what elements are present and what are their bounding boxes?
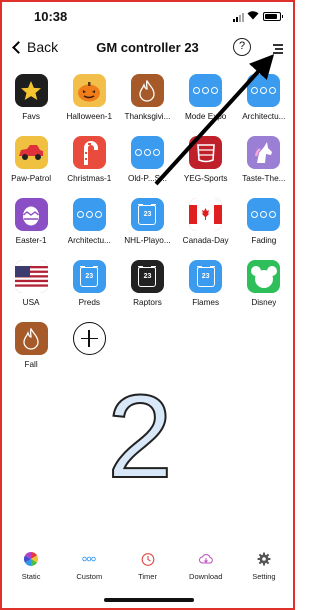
tab-label: Download [189,572,223,581]
effect-tile[interactable]: Taste-The... [235,136,293,198]
tab-timer[interactable]: Timer [118,552,176,581]
mickey-icon [247,260,281,293]
tab-custom[interactable]: Custom [60,552,118,581]
signal-icon [233,13,245,22]
effect-label: Raptors [133,298,162,307]
effect-label: Preds [78,298,100,307]
effect-label: Architectu... [242,112,286,121]
battery-icon [263,12,283,21]
hockey-icon [189,136,223,169]
jersey-icon: 23 [130,260,164,293]
grid-row: Paw-Patrol Christmas-1 Old-P...S... YEG-Spo… [2,136,293,198]
cloud-download-icon [198,554,213,564]
effect-label: Canada-Day [182,236,229,245]
canada-flag-icon [189,198,223,231]
dots-icon [189,74,223,107]
effect-label: Fall [24,360,38,369]
flame-icon [14,322,48,355]
candy-cane-icon [72,136,106,169]
timer-icon [141,553,154,566]
effect-tile[interactable]: Favs [2,74,60,136]
dots-icon [72,198,106,231]
effect-label: Paw-Patrol [11,174,52,183]
unicorn-icon [247,136,281,169]
dots-icon [82,556,97,562]
effect-tile[interactable]: Canada-Day [177,198,235,260]
effect-label: Halloween-1 [66,112,113,121]
dots-icon [130,136,164,169]
flame-icon [130,74,164,107]
effect-label: Architectu... [67,236,111,245]
effect-tile[interactable]: Thanksgivi... [118,74,176,136]
grid-row: Easter-1 Architectu... 23 NHL-Playo... Canad… [2,198,293,260]
effect-tile[interactable]: Architectu... [235,74,293,136]
usa-flag-icon [14,260,48,293]
color-wheel-icon [24,552,39,566]
effect-label: Favs [22,112,40,121]
add-icon [72,322,106,355]
bottom-tab-bar: Static Custom Timer Download Setting [2,552,293,581]
effect-tile[interactable]: 23 Preds [60,260,118,322]
effect-label: Mode Expo [184,112,227,121]
gear-icon [257,552,271,566]
tab-label: Timer [138,572,157,581]
tab-label: Static [21,572,41,581]
status-bar: 10:38 [0,0,295,30]
effect-label: Old-P...S... [127,174,167,183]
dots-icon [247,198,281,231]
jersey-icon: 23 [72,260,106,293]
effect-tile[interactable]: 23 NHL-Playo... [118,198,176,260]
effect-tile[interactable]: Easter-1 [2,198,60,260]
effect-tile[interactable]: Old-P...S... [118,136,176,198]
tab-setting[interactable]: Setting [235,552,293,581]
help-button[interactable]: ? [233,38,251,56]
annotation-number: 2 [106,371,174,503]
effect-tile[interactable]: 23 Raptors [118,260,176,322]
home-indicator [104,598,194,602]
effect-tile[interactable]: USA [2,260,60,322]
effect-tile[interactable]: Disney [235,260,293,322]
tab-label: Setting [252,572,276,581]
grid-row: USA 23 Preds 23 Raptors 23 Flames Disney [2,260,293,322]
jersey-icon: 23 [130,198,164,231]
effect-label: YEG-Sports [183,174,228,183]
effect-tile[interactable]: 23 Flames [177,260,235,322]
effect-tile[interactable]: Christmas-1 [60,136,118,198]
effect-label: Easter-1 [15,236,47,245]
effect-label: Fading [251,236,277,245]
effect-label: Flames [192,298,220,307]
status-time: 10:38 [34,9,68,24]
effect-tile[interactable]: Fading [235,198,293,260]
dots-icon [247,74,281,107]
nav-header: Back GM controller 23 ? [0,36,295,62]
effect-tile[interactable]: Mode Expo [177,74,235,136]
effects-grid: Favs Halloween-1 Thanksgivi... Mode Expo Arc… [2,74,293,384]
effect-label: Christmas-1 [67,174,112,183]
effect-label: Taste-The... [242,174,286,183]
grid-row: Favs Halloween-1 Thanksgivi... Mode Expo Arc… [2,74,293,136]
effect-label: USA [22,298,40,307]
effect-tile[interactable]: YEG-Sports [177,136,235,198]
tab-download[interactable]: Download [177,552,235,581]
wifi-icon [247,11,259,20]
effect-tile[interactable]: Paw-Patrol [2,136,60,198]
egg-icon [14,198,48,231]
effect-tile[interactable]: Fall [2,322,60,384]
tab-static[interactable]: Static [2,552,60,581]
pumpkin-icon [72,74,106,107]
jersey-icon: 23 [189,260,223,293]
menu-icon[interactable] [273,43,283,54]
effect-tile[interactable]: Halloween-1 [60,74,118,136]
effect-label: NHL-Playo... [124,236,171,245]
star-icon [14,74,48,107]
effect-label: Disney [251,298,277,307]
car-icon [14,136,48,169]
effect-tile[interactable]: Architectu... [60,198,118,260]
tab-label: Custom [76,572,103,581]
effect-label: Thanksgivi... [124,112,171,121]
